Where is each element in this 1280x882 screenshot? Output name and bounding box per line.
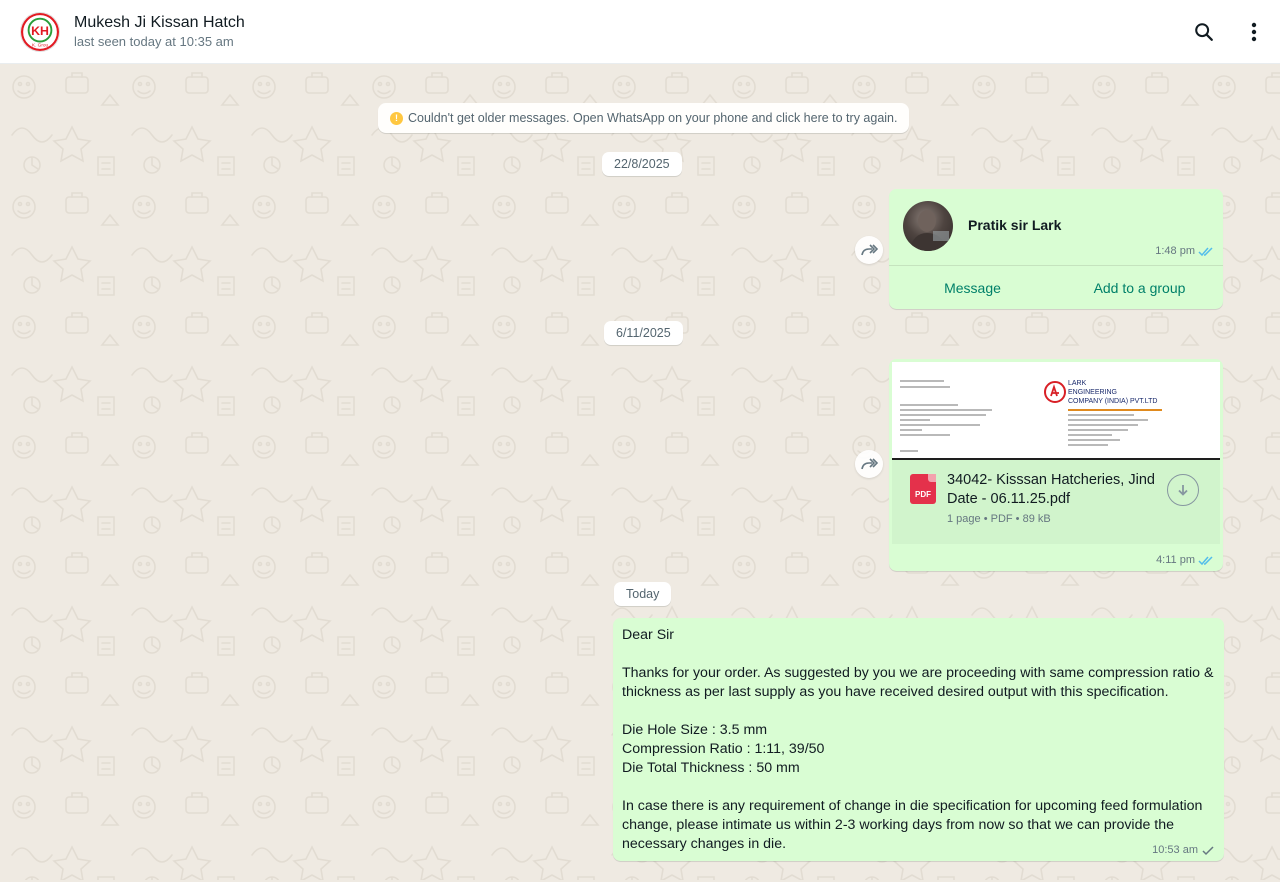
message-line: [622, 645, 1222, 664]
double-check-read-icon: [1198, 555, 1213, 565]
date-label: 6/11/2025: [616, 326, 671, 340]
kh-logo-icon: KH K. Grou: [21, 12, 59, 51]
notice-text: Couldn't get older messages. Open WhatsA…: [408, 111, 898, 125]
message-line: [622, 702, 1222, 721]
message-meta: 1:48 pm: [1155, 245, 1214, 257]
date-divider: 22/8/2025: [602, 152, 682, 176]
contact-name: Mukesh Ji Kissan Hatch: [74, 14, 245, 31]
file-meta: 1 page • PDF • 89 kB: [947, 513, 1051, 525]
file-name: 34042- Kisssan Hatcheries, Jind Date - 0…: [947, 472, 1155, 507]
message-line: Compression Ratio : 1:11, 39/50: [622, 741, 825, 757]
shared-contact-avatar: [903, 201, 953, 251]
message-time: 10:53 am: [1152, 844, 1198, 856]
document-preview[interactable]: LARK ENGINEERING COMPANY (INDIA) PVT.LTD: [892, 362, 1220, 460]
download-icon: [1178, 485, 1188, 496]
message-body: Dear Sir Thanks for your order. As sugge…: [622, 626, 1222, 854]
message-line: Dear Sir: [622, 627, 675, 643]
more-vertical-icon: [1251, 22, 1257, 42]
message-line: Thanks for your order. As suggested by y…: [622, 665, 1214, 700]
shared-contact-name: Pratik sir Lark: [968, 217, 1062, 233]
date-divider-today: Today: [614, 582, 672, 606]
contact-info[interactable]: Mukesh Ji Kissan Hatch last seen today a…: [74, 12, 245, 51]
warning-icon: !: [390, 111, 403, 125]
document-file-row[interactable]: PDF 34042- Kisssan Hatcheries, Jind Date…: [892, 460, 1220, 544]
pdf-file-icon: PDF: [910, 474, 936, 504]
message-line: Die Total Thickness : 50 mm: [622, 760, 800, 776]
message-meta: 10:53 am: [1152, 844, 1215, 856]
message-time: 1:48 pm: [1155, 245, 1195, 257]
svg-text:K. Grou: K. Grou: [32, 42, 49, 48]
search-icon: [1195, 23, 1213, 41]
document-company-name: LARK ENGINEERING COMPANY (INDIA) PVT.LTD: [1068, 380, 1158, 405]
date-label: Today: [626, 587, 660, 601]
person-photo-icon: [909, 210, 949, 251]
contact-avatar[interactable]: KH K. Grou: [20, 11, 60, 52]
text-message[interactable]: Dear Sir Thanks for your order. As sugge…: [613, 618, 1224, 861]
document-message[interactable]: LARK ENGINEERING COMPANY (INDIA) PVT.LTD…: [889, 359, 1223, 571]
menu-button[interactable]: [1234, 12, 1274, 52]
message-line: In case there is any requirement of chan…: [622, 798, 1203, 852]
last-seen-status: last seen today at 10:35 am: [74, 34, 234, 49]
single-check-sent-icon: [1202, 845, 1214, 855]
date-divider: 6/11/2025: [604, 321, 683, 345]
message-meta: 4:11 pm: [1156, 554, 1214, 566]
forward-button[interactable]: [855, 450, 883, 478]
date-label: 22/8/2025: [614, 157, 670, 171]
message-line: Die Hole Size : 3.5 mm: [622, 722, 768, 738]
forward-button[interactable]: [855, 236, 883, 264]
older-messages-notice[interactable]: ! Couldn't get older messages. Open What…: [378, 103, 910, 133]
search-button[interactable]: [1184, 12, 1224, 52]
lark-logo-icon: [1044, 381, 1066, 403]
message-time: 4:11 pm: [1156, 554, 1195, 566]
message-line: [622, 778, 1222, 797]
svg-text:KH: KH: [31, 23, 49, 37]
chat-header[interactable]: KH K. Grou Mukesh Ji Kissan Hatch last s…: [0, 0, 1280, 64]
message-contact-button[interactable]: Message: [889, 266, 1056, 309]
forward-icon: [861, 458, 878, 470]
double-check-read-icon: [1198, 246, 1213, 256]
forward-icon: [861, 244, 878, 256]
add-to-group-button[interactable]: Add to a group: [1056, 266, 1223, 309]
contact-card-message[interactable]: Pratik sir Lark 1:48 pm Message Add to a…: [889, 189, 1223, 309]
download-button[interactable]: [1167, 474, 1199, 506]
shared-contact[interactable]: Pratik sir Lark 1:48 pm: [889, 189, 1223, 265]
